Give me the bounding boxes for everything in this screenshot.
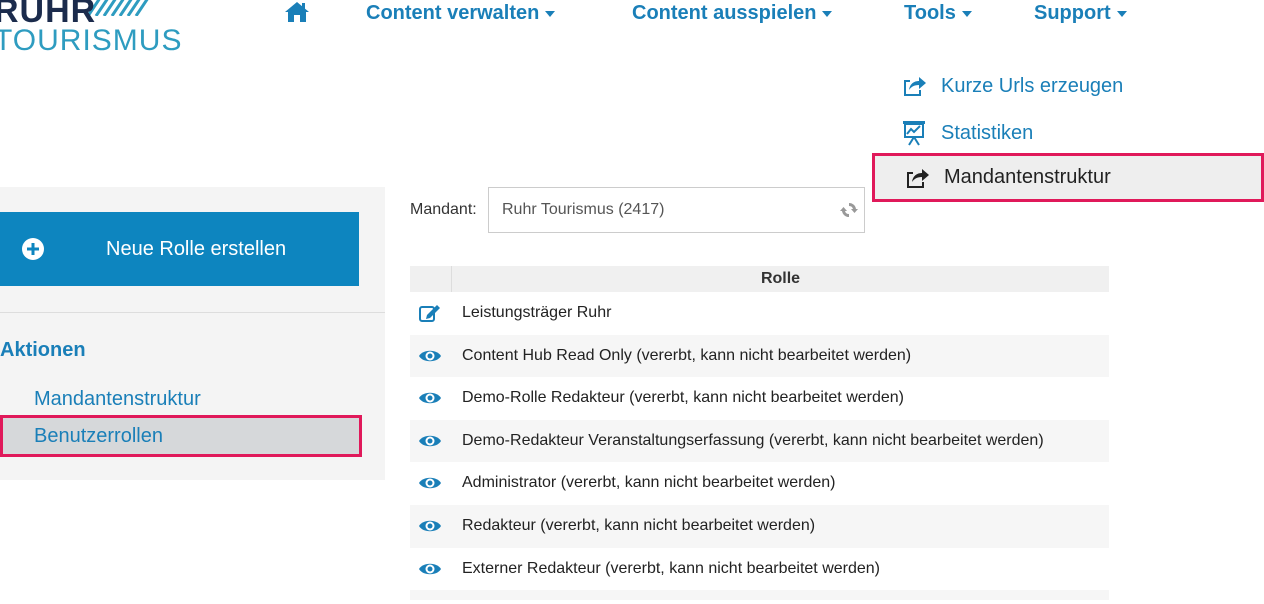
role-name: Administrator (vererbt, kann nicht bearb… [462, 474, 836, 492]
role-name: Leistungsträger Ruhr [462, 304, 612, 321]
table-header: Rolle [410, 266, 1109, 292]
role-name: Demo-Redakteur Veranstaltungserfassung (… [462, 431, 1044, 449]
role-name: Content Hub Read Only (vererbt, kann nic… [462, 346, 912, 364]
role-name: Externer Redakteur (vererbt, kann nicht … [462, 559, 880, 577]
sidebar-section-title: Aktionen [0, 339, 86, 361]
table-row: Administrator (vererbt, kann nicht bearb… [410, 462, 1109, 505]
role-name: Redakteur (vererbt, kann nicht bearbeite… [462, 516, 816, 534]
table-row: Leistungsträger Ruhr [410, 292, 1109, 335]
new-role-button[interactable]: Neue Rolle erstellen [0, 212, 359, 286]
table-row: Demo-Redakteur Veranstaltungserfassung (… [410, 419, 1109, 463]
caret-down-icon [822, 10, 833, 17]
nav-label: Content verwalten [366, 2, 540, 24]
sidebar: Neue Rolle erstellen Aktionen Mandantens… [0, 187, 385, 480]
sidebar-divider [0, 312, 385, 313]
share-icon [900, 72, 928, 100]
eye-icon[interactable] [418, 516, 442, 536]
eye-icon[interactable] [418, 473, 442, 493]
nav-label: Content ausspielen [632, 2, 817, 24]
eye-icon[interactable] [418, 346, 442, 366]
nav-label: Tools [904, 2, 956, 24]
new-role-label: Neue Rolle erstellen [106, 238, 287, 260]
table-header-rolle[interactable]: Rolle [452, 266, 1109, 292]
table-row [410, 590, 1109, 601]
share-icon [903, 164, 931, 192]
nav-label: Support [1034, 2, 1111, 24]
menu-item-kurze-urls[interactable]: Kurze Urls erzeugen [900, 64, 1123, 108]
mandant-label: Mandant: [410, 201, 477, 218]
sidebar-link-benutzerrollen[interactable]: Benutzerrollen [34, 425, 163, 448]
nav-content-verwalten[interactable]: Content verwalten [366, 0, 556, 26]
eye-icon[interactable] [418, 431, 442, 451]
mandant-select[interactable] [488, 187, 865, 233]
eye-icon[interactable] [418, 559, 442, 579]
table-row: Redakteur (vererbt, kann nicht bearbeite… [410, 504, 1109, 548]
caret-down-icon [545, 10, 556, 17]
chart-board-icon [900, 119, 928, 147]
menu-item-mandantenstruktur[interactable]: Mandantenstruktur [872, 153, 1264, 202]
menu-item-label: Kurze Urls erzeugen [941, 74, 1124, 97]
main-nav: Content verwalten Content ausspielen Too… [0, 0, 1264, 30]
edit-icon[interactable] [418, 303, 442, 323]
nav-home[interactable] [284, 1, 310, 23]
roles-table: Rolle Leistungsträger Ruhr Content Hub R… [410, 266, 1109, 601]
nav-content-ausspielen[interactable]: Content ausspielen [632, 0, 833, 26]
menu-item-label: Statistiken [941, 121, 1034, 144]
table-header-icon-column [410, 266, 452, 292]
table-row: Externer Redakteur (vererbt, kann nicht … [410, 548, 1109, 591]
mandant-input[interactable] [500, 200, 834, 220]
eye-icon[interactable] [418, 388, 442, 408]
nav-support[interactable]: Support [1034, 0, 1127, 26]
role-name: Demo-Rolle Redakteur (vererbt, kann nich… [462, 389, 904, 407]
table-row: Demo-Rolle Redakteur (vererbt, kann nich… [410, 377, 1109, 420]
menu-item-statistiken[interactable]: Statistiken [900, 111, 1033, 155]
caret-down-icon [1116, 10, 1127, 17]
home-icon [285, 2, 309, 22]
plus-circle-icon [22, 238, 44, 260]
caret-down-icon [961, 10, 972, 17]
table-row: Content Hub Read Only (vererbt, kann nic… [410, 334, 1109, 378]
refresh-icon[interactable] [840, 201, 858, 219]
nav-tools[interactable]: Tools [904, 0, 972, 26]
menu-item-label: Mandantenstruktur [944, 166, 1111, 188]
sidebar-link-mandantenstruktur[interactable]: Mandantenstruktur [34, 388, 201, 411]
